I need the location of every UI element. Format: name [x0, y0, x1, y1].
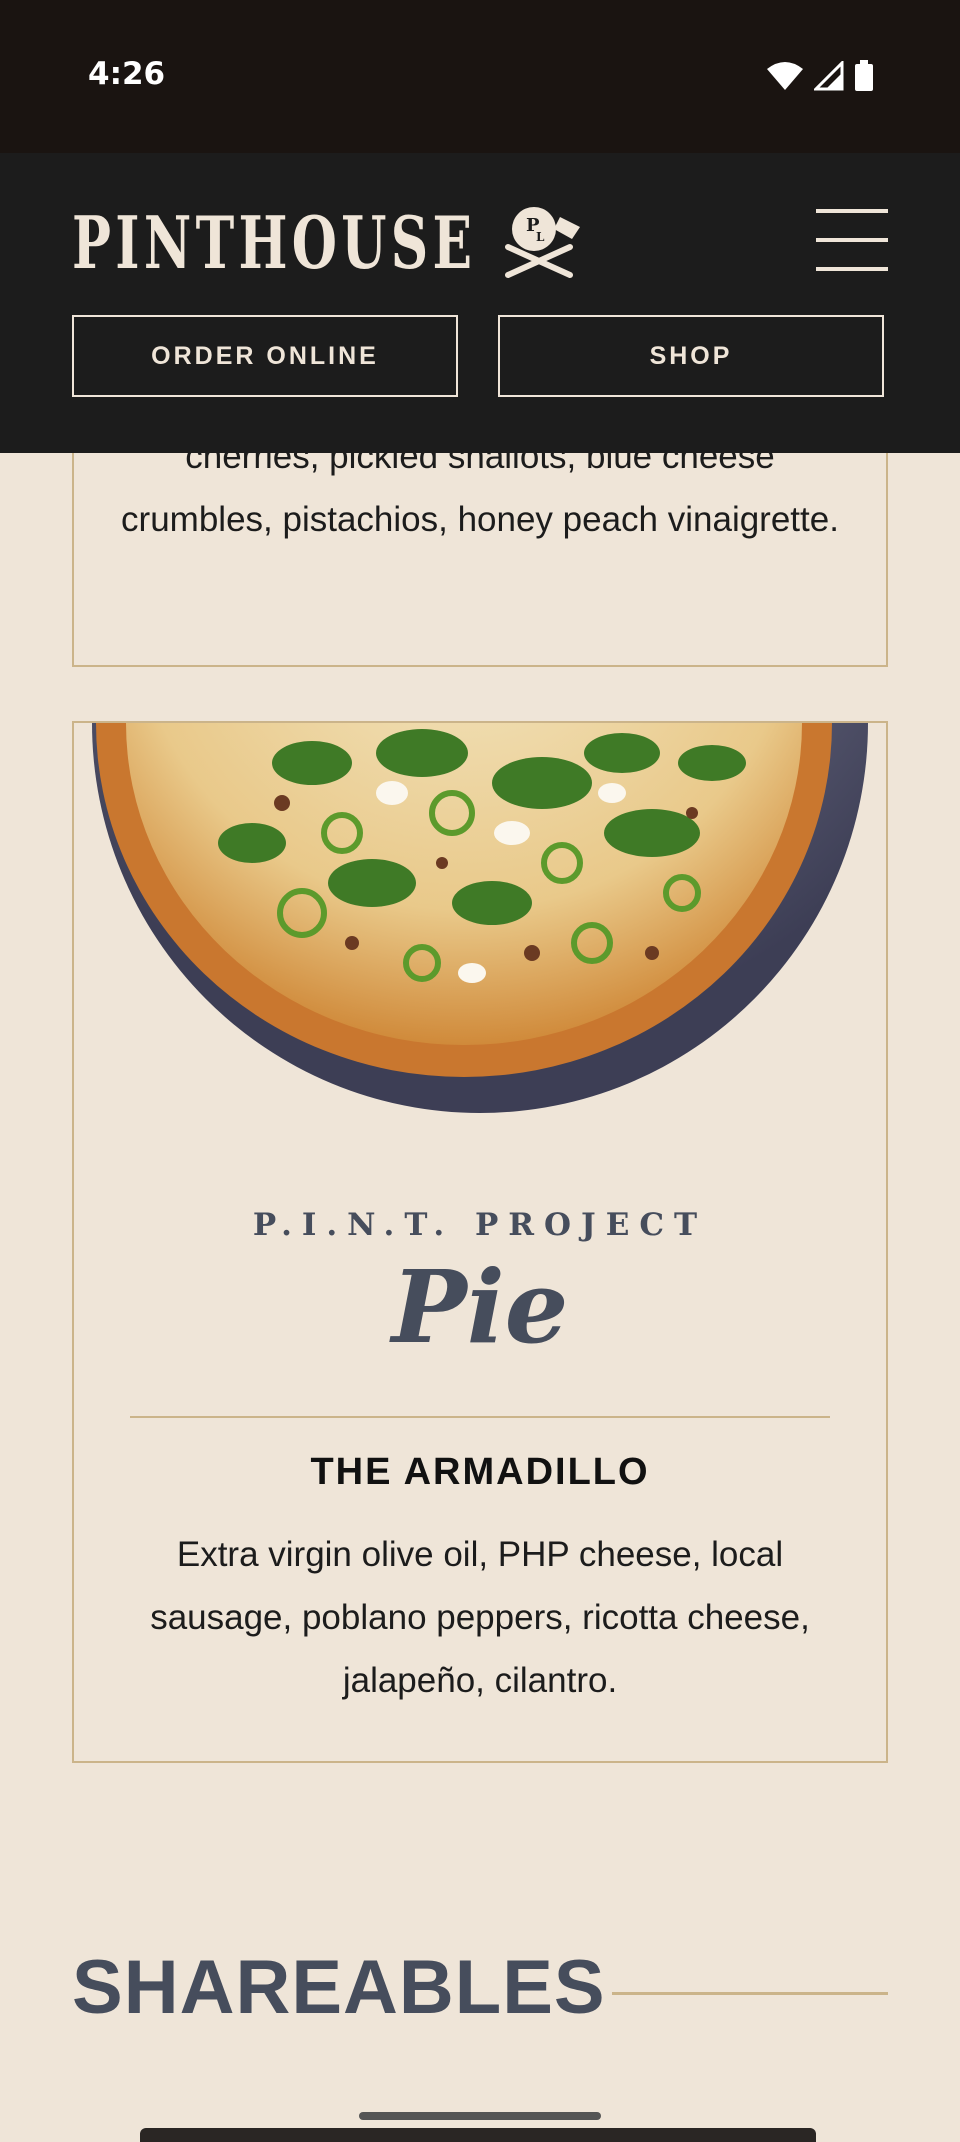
signal-icon: [814, 61, 844, 91]
pinthouse-logo[interactable]: PINTHOUSE P L: [72, 203, 590, 283]
home-indicator[interactable]: [359, 2112, 601, 2120]
menu-line: [816, 238, 888, 242]
item-description: Extra virgin olive oil, PHP cheese, loca…: [150, 1535, 810, 1700]
divider: [130, 1416, 830, 1418]
item-name: THE ARMADILLO: [310, 1451, 650, 1493]
hamburger-menu-icon[interactable]: [816, 209, 888, 271]
status-bar: 4:26: [0, 0, 960, 153]
battery-icon: [855, 60, 873, 91]
menu-category-title: Pie: [391, 1248, 569, 1366]
wifi-icon: [767, 62, 803, 90]
shop-button[interactable]: SHOP: [498, 315, 884, 397]
site-header: PINTHOUSE P L ORDER ONLINE SHOP: [0, 153, 960, 453]
status-icons: [766, 58, 874, 94]
menu-series-label: P.I.N.T. PROJECT: [252, 1207, 708, 1243]
menu-line: [816, 209, 888, 213]
section-title: SHAREABLES: [72, 1945, 606, 2030]
order-online-button[interactable]: ORDER ONLINE: [72, 315, 458, 397]
menu-line: [816, 267, 888, 271]
pie-menu-card: P.I.N.T. PROJECT Pie THE ARMADILLO Extra…: [72, 721, 888, 1763]
logo-wordmark: PINTHOUSE: [72, 200, 477, 285]
status-time: 4:26: [88, 56, 166, 92]
section-rule: [612, 1992, 888, 1995]
next-item-image: [140, 2128, 816, 2142]
skull-crossbones-icon: P L: [505, 207, 580, 278]
pizza-image: [92, 723, 868, 1115]
svg-text:L: L: [536, 230, 545, 244]
